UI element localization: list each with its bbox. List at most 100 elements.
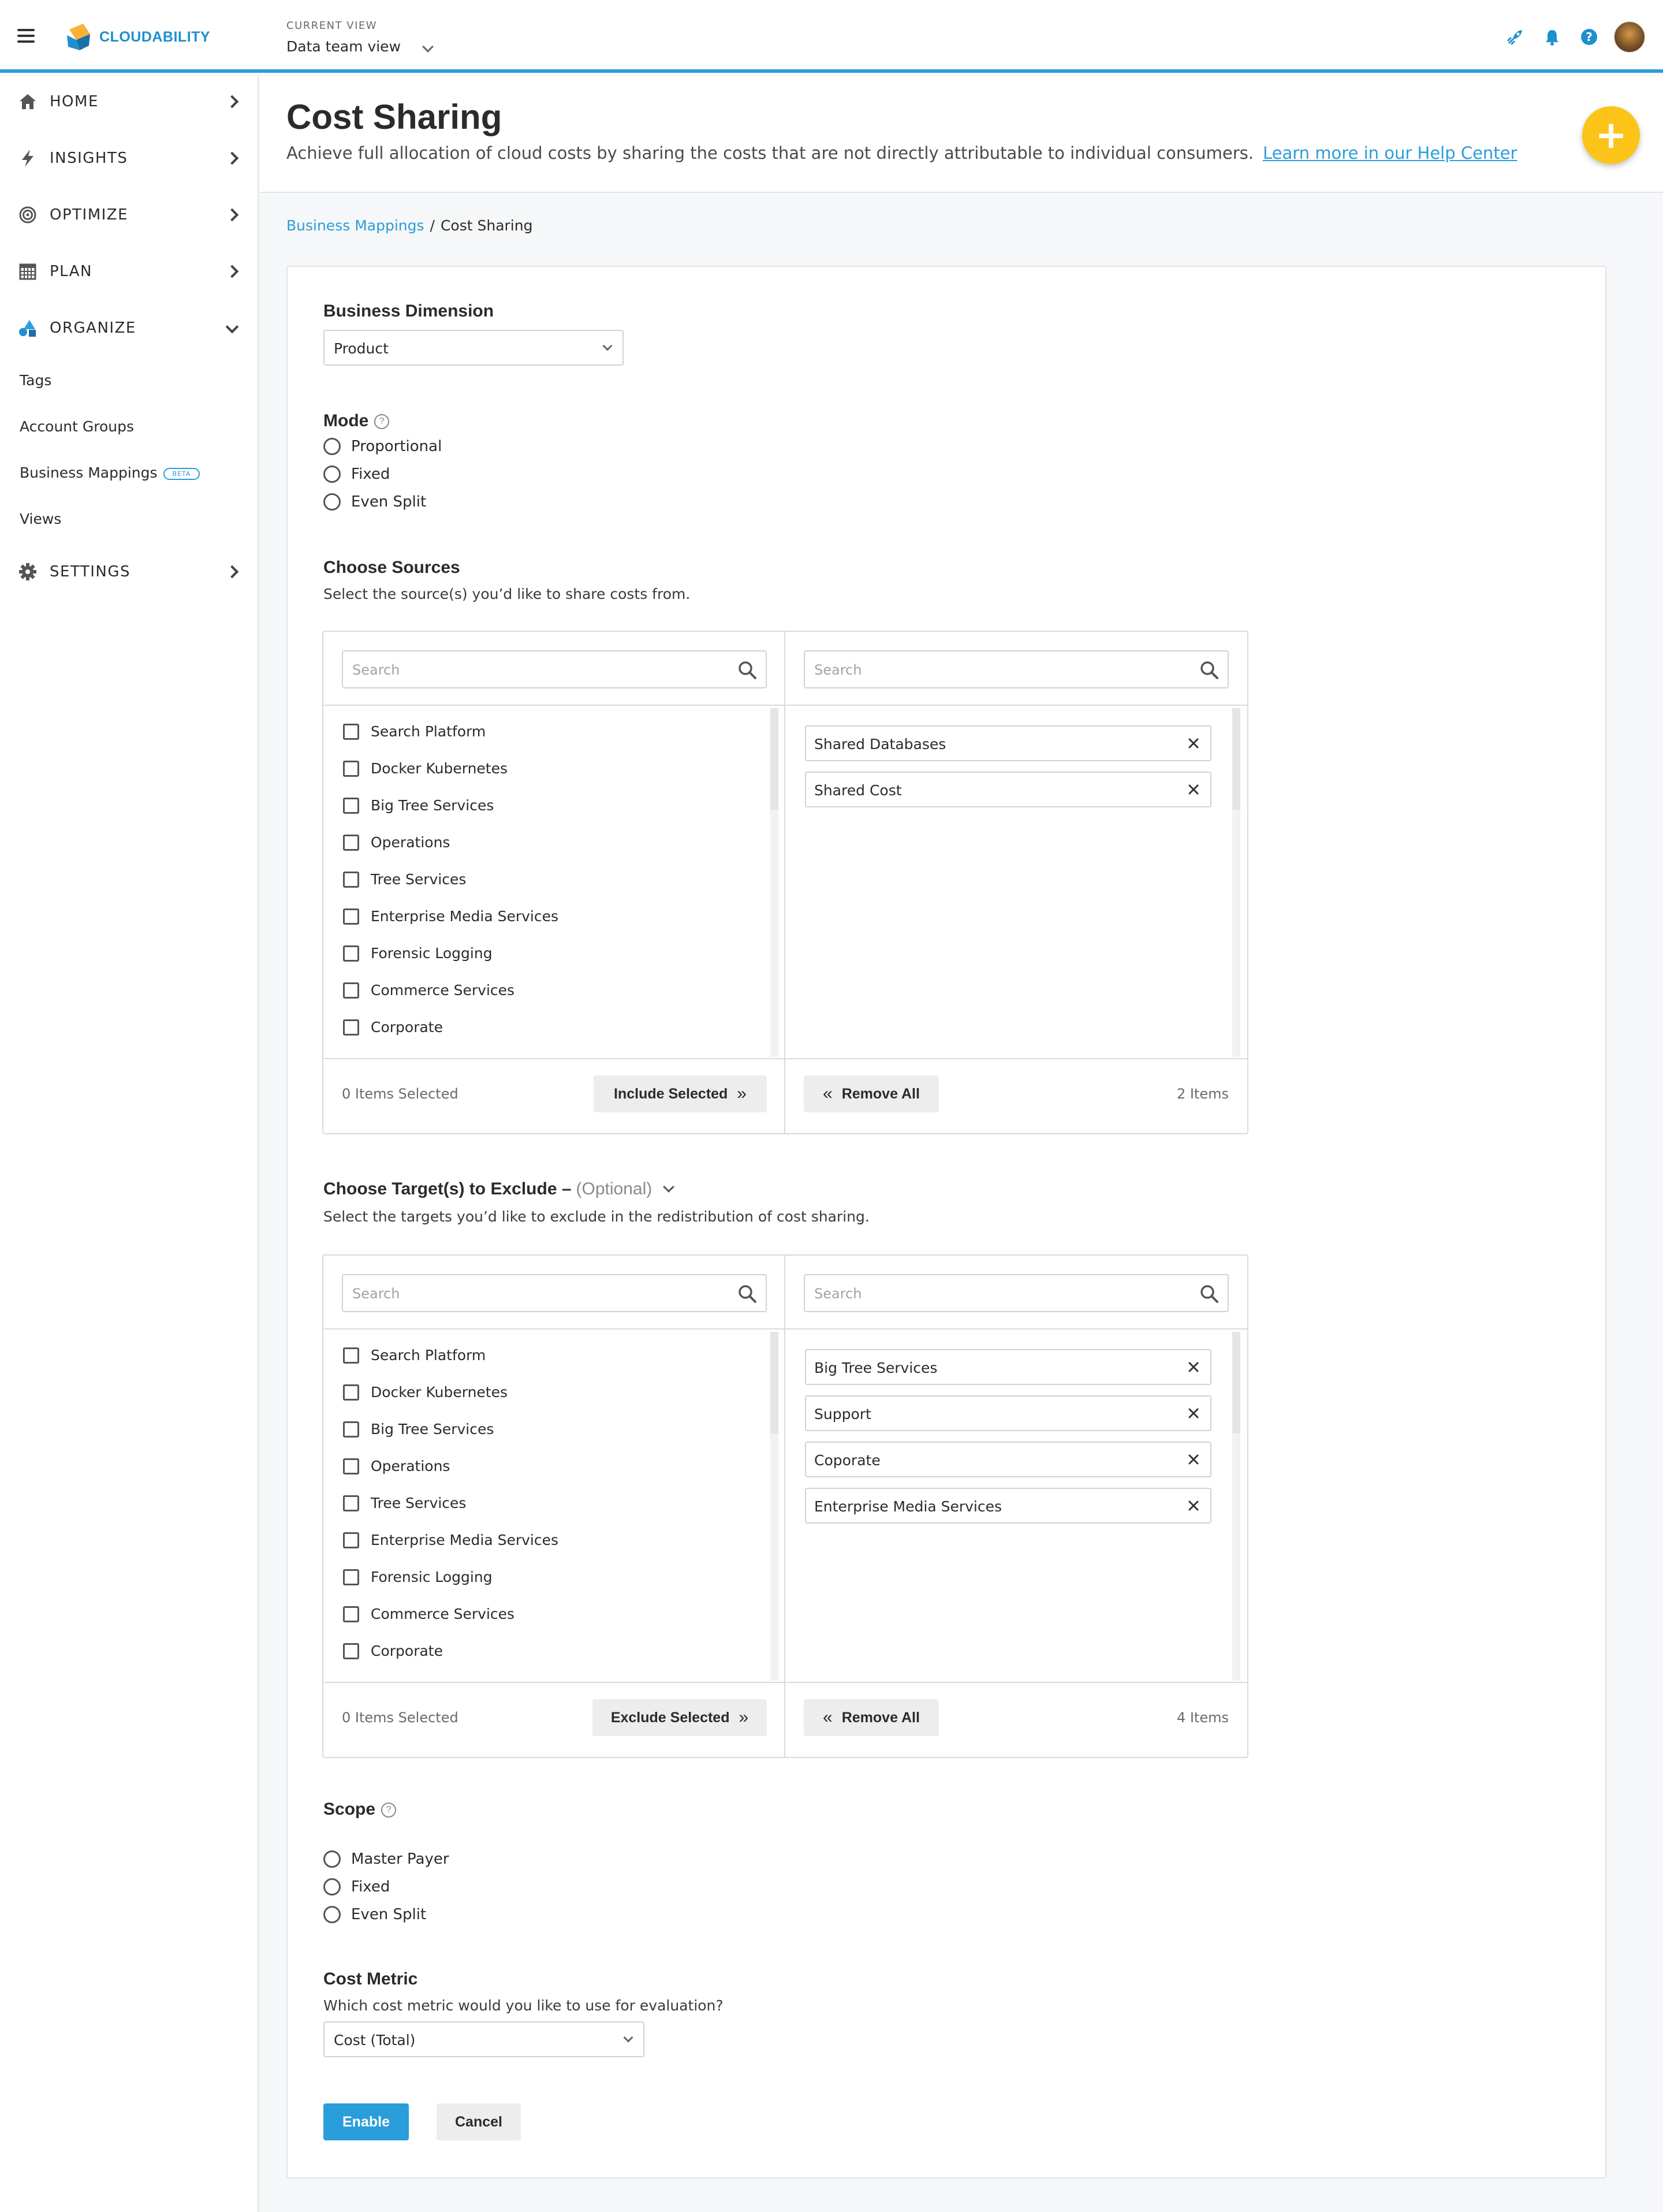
selected-source-tag[interactable]: Shared Databases <box>805 725 1211 761</box>
close-icon[interactable] <box>1185 1497 1202 1514</box>
exclude-checkbox-item[interactable]: Big Tree Services <box>343 1421 494 1438</box>
rocket-icon[interactable] <box>1502 24 1528 50</box>
remove-all-button[interactable]: « Remove All <box>804 1075 939 1112</box>
scrollbar[interactable] <box>1232 708 1240 1057</box>
exclude-checkbox-item[interactable]: Enterprise Media Services <box>343 1532 558 1548</box>
exclude-selected-search-input[interactable]: Search <box>804 1274 1229 1312</box>
exclude-checkbox-item[interactable]: Search Platform <box>343 1347 486 1364</box>
help-icon[interactable]: ? <box>1576 24 1602 50</box>
add-button[interactable]: + <box>1582 106 1640 164</box>
scrollbar-thumb[interactable] <box>1232 1332 1240 1433</box>
source-checkbox-item[interactable]: Big Tree Services <box>343 797 494 814</box>
mode-radio-fixed[interactable]: Fixed <box>323 466 390 483</box>
selected-source-tag[interactable]: Shared Cost <box>805 772 1211 807</box>
sidebar-subitem-views[interactable]: Views <box>20 511 61 527</box>
radio-circle <box>323 466 341 483</box>
button-label: Include Selected <box>614 1085 728 1102</box>
help-center-link[interactable]: Learn more in our Help Center <box>1263 143 1517 163</box>
exclude-available-search-input[interactable]: Search <box>342 1274 767 1312</box>
breadcrumb-business-mappings[interactable]: Business Mappings <box>286 217 424 234</box>
source-checkbox-item[interactable]: Commerce Services <box>343 982 514 999</box>
include-selected-button[interactable]: Include Selected » <box>594 1075 767 1112</box>
sources-selected-pane: Search Shared Databases Shared Cost « Rem… <box>785 632 1247 1133</box>
close-icon[interactable] <box>1185 735 1202 752</box>
checkbox-label: Forensic Logging <box>371 1569 493 1585</box>
excluded-target-tag[interactable]: Big Tree Services <box>805 1349 1211 1385</box>
radio-circle <box>323 1878 341 1896</box>
business-dimension-select[interactable]: Product <box>323 330 624 366</box>
sidebar-subitem-business-mappings[interactable]: Business Mappings BETA <box>20 464 200 481</box>
help-circle-icon[interactable]: ? <box>374 414 390 430</box>
checkbox <box>343 982 359 999</box>
exclude-checkbox-item[interactable]: Commerce Services <box>343 1606 514 1622</box>
exclude-selected-button[interactable]: Exclude Selected » <box>592 1699 767 1736</box>
sidebar-subitem-tags[interactable]: Tags <box>20 372 51 389</box>
sidebar-item-home[interactable]: HOME <box>0 79 259 125</box>
checkbox <box>343 723 359 740</box>
exclude-checkbox-item[interactable]: Tree Services <box>343 1495 466 1511</box>
checkbox <box>343 1532 359 1548</box>
excluded-target-tag[interactable]: Support <box>805 1395 1211 1431</box>
scrollbar-thumb[interactable] <box>770 1332 778 1433</box>
double-chevron-left-icon: « <box>823 1708 833 1727</box>
scope-radio-fixed[interactable]: Fixed <box>323 1878 390 1896</box>
close-icon[interactable] <box>1185 1451 1202 1468</box>
current-view-select[interactable]: Data team view <box>286 38 401 55</box>
source-checkbox-item[interactable]: Forensic Logging <box>343 945 493 962</box>
sidebar-item-organize[interactable]: ORGANIZE <box>0 305 259 351</box>
chevron-down-icon[interactable] <box>422 41 434 53</box>
sidebar-item-insights[interactable]: INSIGHTS <box>0 135 259 181</box>
close-icon[interactable] <box>1185 1358 1202 1376</box>
checkbox <box>343 908 359 925</box>
sidebar-item-plan[interactable]: PLAN <box>0 248 259 295</box>
exclude-checkbox-item[interactable]: Corporate <box>343 1643 443 1659</box>
scope-radio-master-payer[interactable]: Master Payer <box>323 1850 449 1868</box>
enable-button[interactable]: Enable <box>323 2103 409 2140</box>
sidebar-item-optimize[interactable]: OPTIMIZE <box>0 192 259 238</box>
source-checkbox-item[interactable]: Docker Kubernetes <box>343 760 508 777</box>
chevron-down-icon[interactable] <box>663 1181 675 1193</box>
mode-radio-proportional[interactable]: Proportional <box>323 438 442 455</box>
breadcrumb-current: Cost Sharing <box>440 217 533 234</box>
excluded-target-tag[interactable]: Coporate <box>805 1442 1211 1477</box>
exclude-checkbox-item[interactable]: Operations <box>343 1458 450 1474</box>
scrollbar-thumb[interactable] <box>770 708 778 810</box>
scope-radio-even-split[interactable]: Even Split <box>323 1906 426 1923</box>
sources-selected-search-input[interactable]: Search <box>804 650 1229 688</box>
remove-all-button[interactable]: « Remove All <box>804 1699 939 1736</box>
source-checkbox-item[interactable]: Operations <box>343 834 450 851</box>
checkbox-label: Docker Kubernetes <box>371 760 508 777</box>
help-circle-icon[interactable]: ? <box>381 1803 397 1818</box>
exclude-checkbox-item[interactable]: Forensic Logging <box>343 1569 493 1585</box>
search-placeholder: Search <box>352 1286 400 1302</box>
mode-radio-even-split[interactable]: Even Split <box>323 493 426 511</box>
scrollbar[interactable] <box>770 708 778 1057</box>
close-icon[interactable] <box>1185 1405 1202 1422</box>
exclude-targets-label[interactable]: Choose Target(s) to Exclude – (Optional) <box>323 1179 675 1199</box>
bell-icon[interactable] <box>1539 24 1565 50</box>
exclude-selected-pane: Search Big Tree Services Support Coporat… <box>785 1256 1247 1757</box>
excluded-target-tag[interactable]: Enterprise Media Services <box>805 1488 1211 1524</box>
source-checkbox-item[interactable]: Enterprise Media Services <box>343 908 558 925</box>
cancel-button[interactable]: Cancel <box>437 2103 521 2140</box>
close-icon[interactable] <box>1185 781 1202 798</box>
double-chevron-right-icon: » <box>739 1708 749 1727</box>
source-checkbox-item[interactable]: Search Platform <box>343 723 486 740</box>
exclude-checkbox-item[interactable]: Docker Kubernetes <box>343 1384 508 1401</box>
scrollbar[interactable] <box>1232 1332 1240 1681</box>
scrollbar-thumb[interactable] <box>1232 708 1240 810</box>
scrollbar[interactable] <box>770 1332 778 1681</box>
source-checkbox-item[interactable]: Corporate <box>343 1019 443 1036</box>
cloudability-logo[interactable]: CLOUDABILITY <box>64 20 210 54</box>
sidebar-subitem-account-groups[interactable]: Account Groups <box>20 418 134 435</box>
user-avatar[interactable] <box>1613 21 1646 53</box>
sources-available-search-input[interactable]: Search <box>342 650 767 688</box>
sidebar: HOME INSIGHTS OPTIMIZE PLAN ORGANIZE Tag… <box>0 76 259 2212</box>
menu-icon[interactable] <box>17 29 35 43</box>
button-label: Remove All <box>841 1709 920 1726</box>
svg-text:?: ? <box>1586 30 1593 44</box>
cost-metric-select[interactable]: Cost (Total) <box>323 2021 644 2057</box>
sidebar-item-settings[interactable]: SETTINGS <box>0 549 259 595</box>
source-checkbox-item[interactable]: Tree Services <box>343 871 466 888</box>
sidebar-item-label: INSIGHTS <box>50 150 128 167</box>
